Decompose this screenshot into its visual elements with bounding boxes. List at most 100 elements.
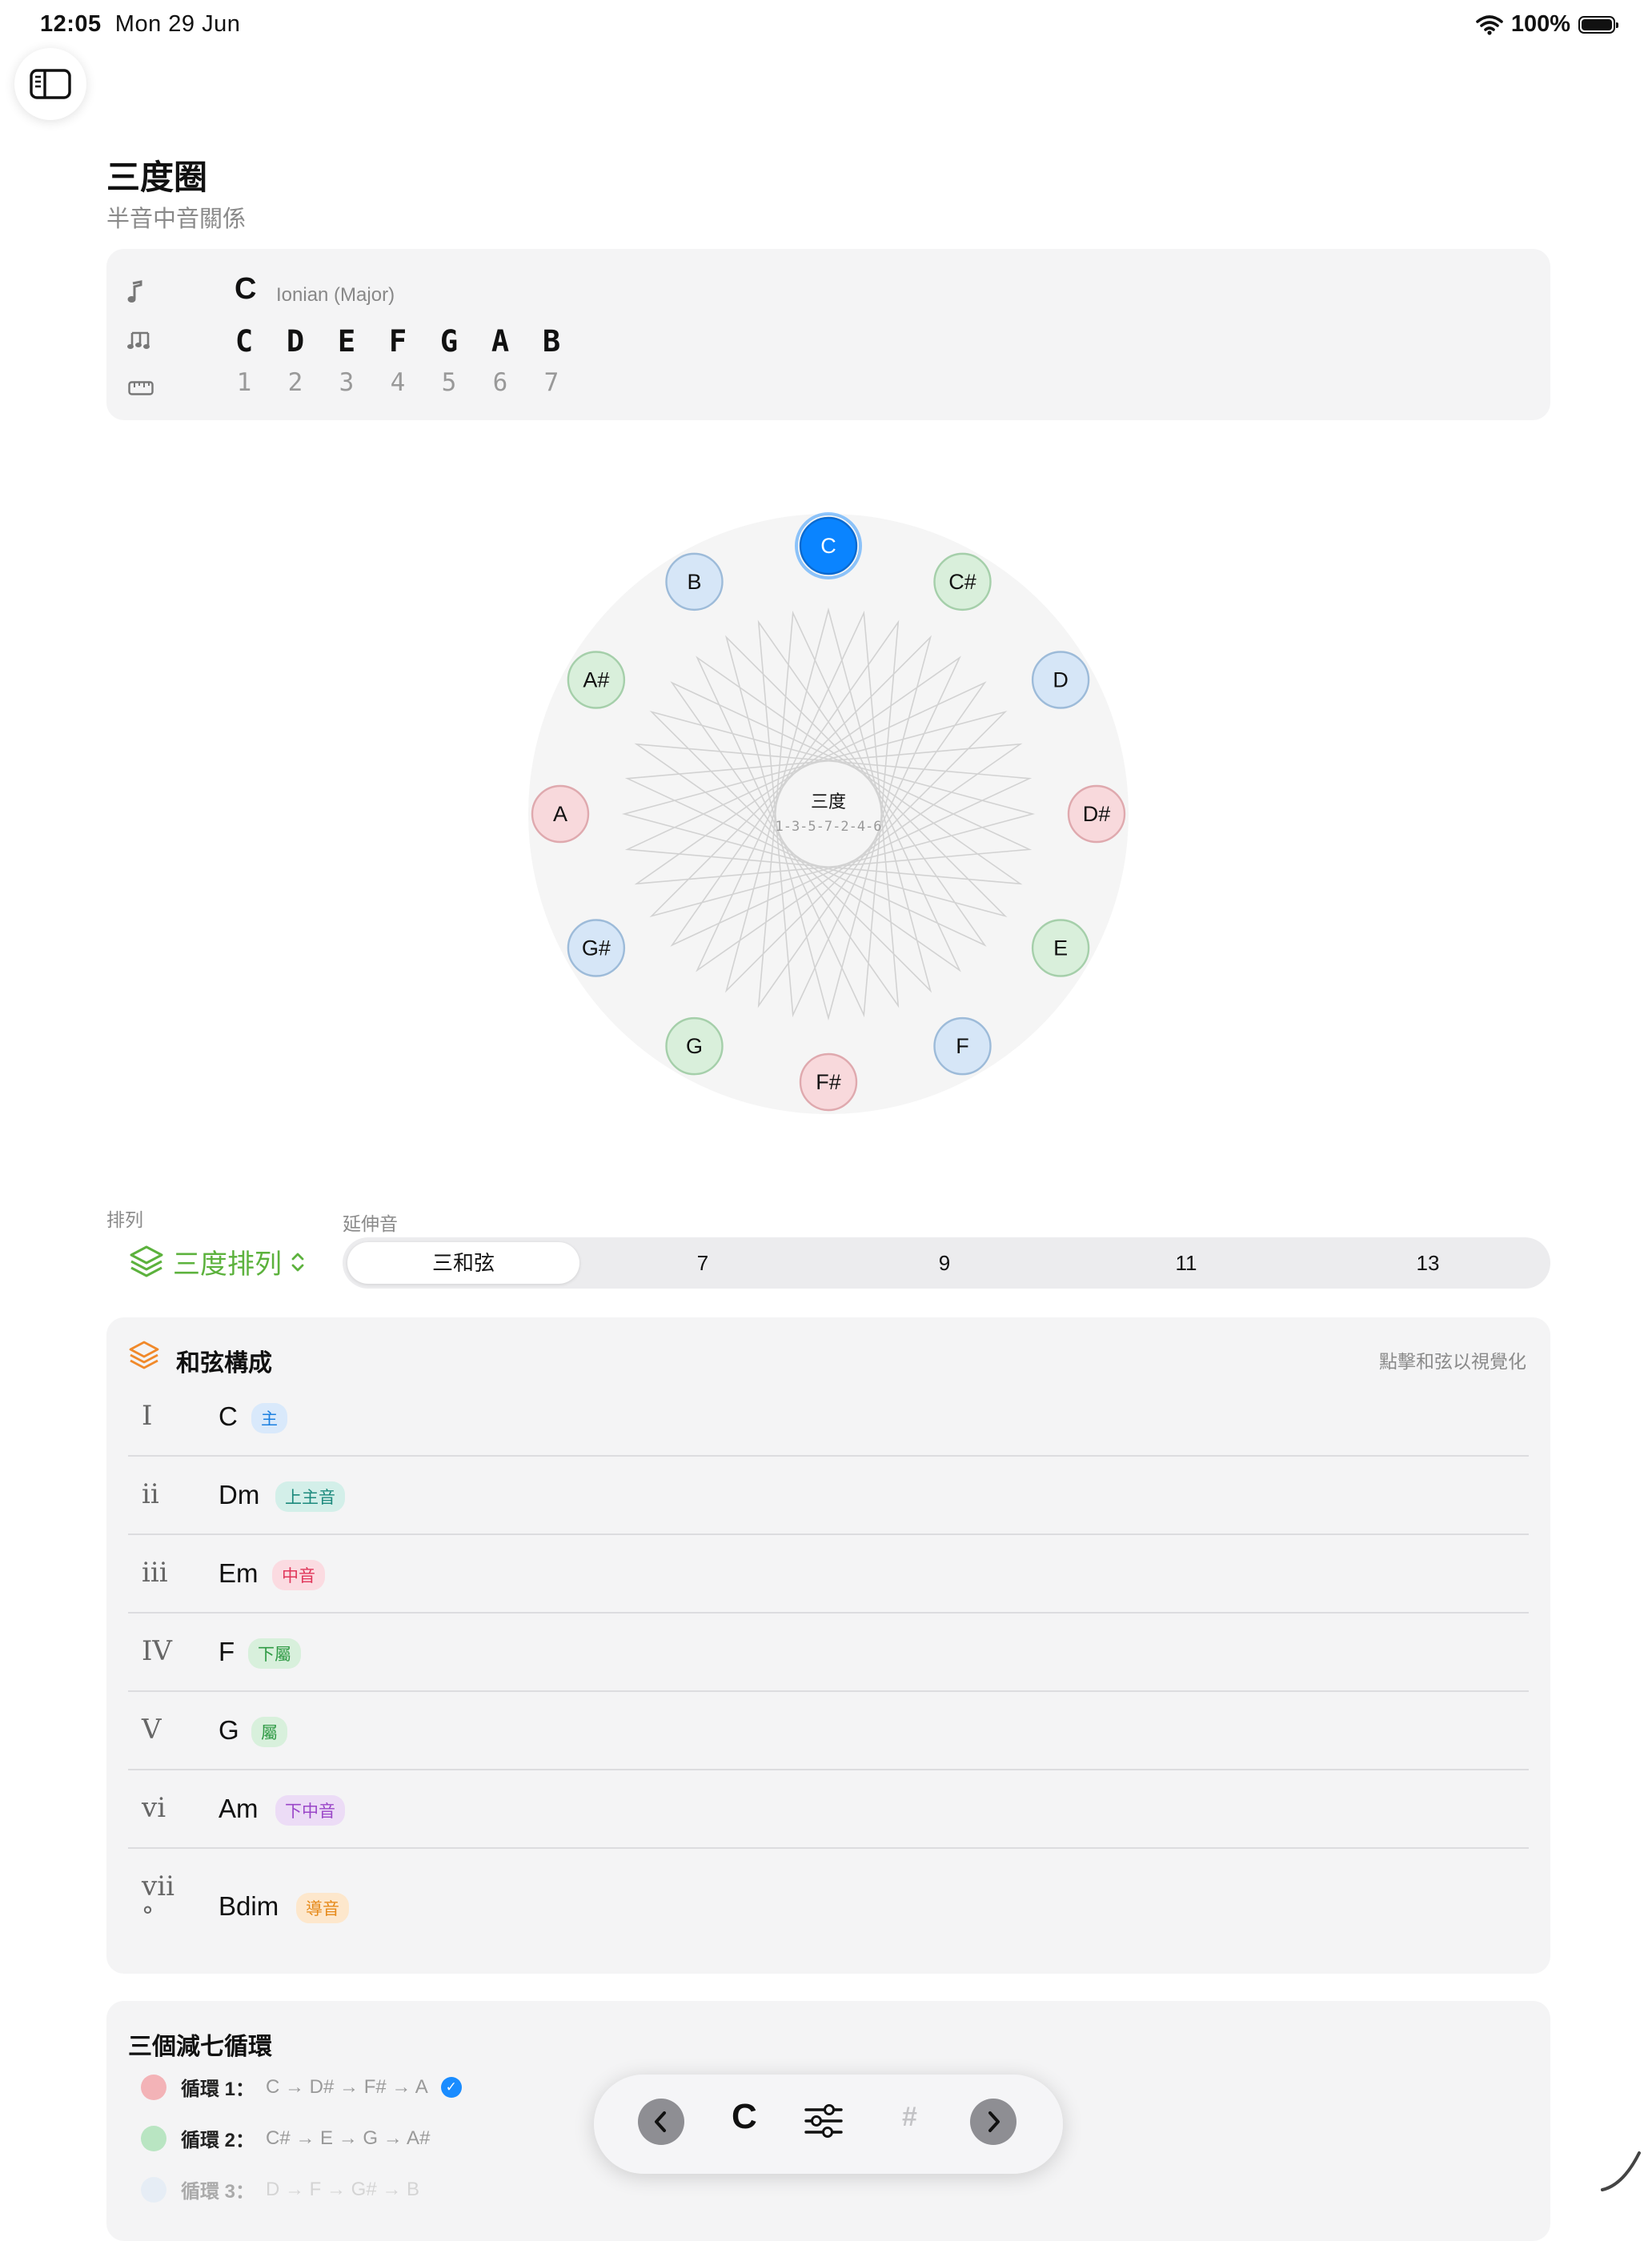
chord-row-vi[interactable]: vi Am 下中音 [128,1789,1529,1827]
scale-mode: Ionian (Major) [276,284,395,306]
scale-note: A [491,324,510,359]
chord-row-ii[interactable]: ii Dm 上主音 [128,1475,1529,1513]
wheel-note-g-sharp[interactable]: G# [567,919,626,977]
chord-function-badge: 屬 [251,1717,287,1747]
chord-function-badge: 下中音 [275,1795,345,1826]
chord-row-vii-dim[interactable]: vii ° Bdim 導音 [128,1867,1529,1947]
cycle-row-3[interactable]: 循環 3： D → F → G# → B [141,2175,419,2203]
chord-function-badge: 上主音 [275,1481,345,1512]
scale-note: G [439,324,459,359]
previous-key-button[interactable] [638,2099,684,2145]
scale-degree: 6 [492,368,508,397]
chord-card-hint: 點擊和弦以視覺化 [1379,1351,1526,1372]
row-divider [128,1533,1529,1535]
wheel-note-a-sharp[interactable]: A# [567,651,626,709]
wheel-note-label: F [956,1034,969,1058]
chord-function-badge: 主 [251,1403,287,1433]
wheel-note-label: A [553,802,567,826]
wheel-background [528,514,1129,1114]
scale-degree: 4 [390,368,406,397]
scale-degree: 1 [236,368,252,397]
current-key-button[interactable]: C [732,2097,757,2137]
wheel-note-e[interactable]: E [1031,919,1090,977]
chord-name: Em [219,1558,259,1588]
scale-degree: 5 [441,368,457,397]
wheel-note-label: E [1053,936,1068,960]
cycle-label: 循環 3： [181,2181,255,2203]
wheel-note-a[interactable]: A [531,784,590,844]
wheel-note-d[interactable]: D [1031,651,1090,709]
chord-function-badge: 中音 [272,1560,325,1590]
extension-label: 延伸音 [343,1213,398,1234]
arrangement-picker[interactable]: 三度排列 [128,1242,306,1281]
extension-option-9[interactable]: 9 [826,1242,1063,1284]
extension-option-11[interactable]: 11 [1068,1242,1305,1284]
sidebar-icon [30,69,71,99]
scale-note: F [388,324,407,359]
cycle-notes: C# → E → G → A# [266,2127,431,2149]
wheel-note-label: G# [582,936,611,960]
wheel-note-c-sharp[interactable]: C# [933,552,992,611]
battery-icon [1578,15,1618,34]
wheel-note-label: D# [1083,802,1111,826]
arrangement-label: 排列 [106,1209,143,1230]
wheel-note-g[interactable]: G [665,1016,724,1076]
page-title: 三度圈 [106,158,208,196]
next-key-button[interactable] [970,2099,1016,2145]
music-note-icon [126,280,144,310]
layers-icon [130,1245,163,1277]
wheel-note-f[interactable]: F [933,1016,992,1076]
cycles-card-title: 三個減七循環 [128,2034,272,2060]
wheel-note-f-sharp[interactable]: F# [799,1052,858,1112]
chevron-right-icon [988,2111,1000,2132]
row-divider [128,1612,1529,1614]
wheel-note-c[interactable]: C [795,512,862,579]
cycle-row-1[interactable]: 循環 1： C → D# → F# → A ✓ [141,2073,462,2101]
roman-numeral: V [142,1714,162,1746]
extension-option-triad[interactable]: 三和弦 [347,1242,579,1284]
roman-numeral: vii [142,1870,174,1902]
scale-degree: 2 [287,368,303,397]
arrangement-value: 三度排列 [173,1249,282,1280]
scale-note: B [542,324,561,359]
wheel-note-d-sharp[interactable]: D# [1067,784,1126,844]
row-divider [128,1847,1529,1849]
roman-numeral: I [142,1400,153,1432]
page-subtitle: 半音中音關係 [106,206,247,232]
row-divider [128,1690,1529,1692]
row-divider [128,1769,1529,1770]
pencil-hover-indicator [1601,2151,1641,2191]
chord-row-iii[interactable]: iii Em 中音 [128,1553,1529,1592]
chord-function-badge: 導音 [296,1893,349,1923]
row-divider [128,1455,1529,1457]
extension-option-13[interactable]: 13 [1309,1242,1546,1284]
sharp-toggle-button[interactable]: # [902,2102,917,2133]
chord-name: F [219,1637,235,1666]
wheel-note-b[interactable]: B [665,552,724,611]
wheel-note-label: D [1053,668,1069,692]
chord-name: C [219,1401,238,1431]
roman-numeral: IV [142,1635,172,1667]
wheel-center-title: 三度 [811,792,846,812]
wheel-note-label: F# [816,1070,841,1094]
chord-row-IV[interactable]: IV F 下屬 [128,1632,1529,1670]
chevron-left-icon [655,2111,666,2132]
chord-name: Bdim [219,1891,279,1921]
settings-sliders-button[interactable] [804,2103,844,2143]
wifi-icon [1476,14,1503,35]
cycle-label: 循環 2： [181,2130,255,2151]
extension-segmented-control: 三和弦 7 9 11 13 [343,1237,1550,1289]
wheel-note-label: C# [948,570,976,594]
diminished-symbol: ° [142,1902,154,1930]
music-notes-icon [126,330,154,358]
extension-option-7[interactable]: 7 [584,1242,821,1284]
sidebar-toggle-button[interactable] [14,48,86,120]
scale-degree: 7 [543,368,559,397]
wheel-note-label: G [686,1034,703,1058]
chord-row-V[interactable]: V G 屬 [128,1710,1529,1749]
cycle-row-2[interactable]: 循環 2： C# → E → G → A# [141,2124,430,2152]
battery-percentage: 100% [1510,11,1570,37]
chord-row-I[interactable]: I C 主 [128,1397,1529,1435]
scale-root-note: C [235,272,257,306]
cycle-color-dot [141,2125,166,2151]
